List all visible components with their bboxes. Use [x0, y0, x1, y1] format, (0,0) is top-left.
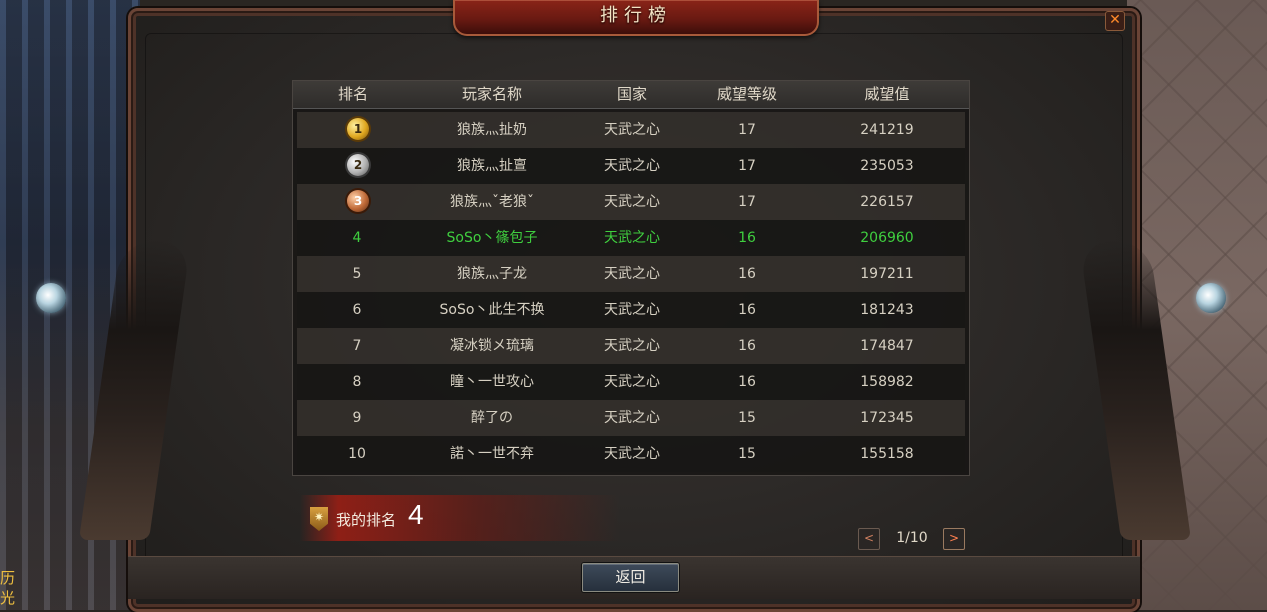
window-title: 排行榜	[600, 5, 672, 26]
rank-cell: 4	[352, 230, 362, 246]
orb-left-icon	[36, 283, 66, 313]
table-row[interactable]: 4 SoSo丶篠包子 天武之心 16 206960	[297, 220, 965, 256]
prestige-value-cell: 206960	[860, 230, 914, 246]
prestige-level-cell: 16	[738, 230, 756, 246]
table-row[interactable]: 1 狼族灬扯奶 天武之心 17 241219	[297, 112, 965, 148]
header-prestige-level: 威望等级	[716, 85, 777, 103]
table-row[interactable]: 10 諾丶一世不弃 天武之心 15 155158	[297, 436, 965, 472]
close-icon: ✕	[1109, 12, 1121, 28]
player-name-cell: 狼族灬扯奶	[457, 122, 527, 138]
country-cell: 天武之心	[604, 266, 660, 282]
player-name-cell: SoSo丶此生不换	[439, 302, 545, 318]
country-cell: 天武之心	[604, 122, 660, 138]
prestige-value-cell: 174847	[860, 338, 914, 354]
table-row[interactable]: 5 狼族灬子龙 天武之心 16 197211	[297, 256, 965, 292]
prestige-value-cell: 172345	[860, 410, 914, 426]
prestige-level-cell: 15	[738, 410, 756, 426]
back-button[interactable]: 返回	[582, 563, 679, 592]
country-cell: 天武之心	[604, 338, 660, 354]
prestige-level-cell: 16	[738, 338, 756, 354]
chevron-left-icon: <	[863, 531, 875, 545]
country-cell: 天武之心	[604, 374, 660, 390]
chevron-right-icon: >	[948, 531, 960, 545]
table-header: 排名 玩家名称 国家 威望等级 威望值	[293, 81, 969, 109]
country-cell: 天武之心	[604, 194, 660, 210]
table-row[interactable]: 2 狼族灬扯亶 天武之心 17 235053	[297, 148, 965, 184]
prestige-value-cell: 197211	[860, 266, 914, 282]
table-row[interactable]: 8 瞳丶一世攻心 天武之心 16 158982	[297, 364, 965, 400]
rank-cell: 8	[352, 374, 362, 390]
rank-cell: 5	[352, 266, 362, 282]
side-text: 历 光	[0, 569, 16, 607]
rank-cell: 10	[348, 446, 366, 462]
prestige-level-cell: 17	[738, 158, 756, 174]
close-button[interactable]: ✕	[1105, 11, 1125, 31]
table-row[interactable]: 7 凝冰锁メ琉璃 天武之心 16 174847	[297, 328, 965, 364]
prestige-value-cell: 181243	[860, 302, 914, 318]
my-rank-value: 4	[408, 499, 424, 530]
gold-medal-icon: 1	[347, 118, 369, 140]
title-banner: 排行榜	[453, 0, 819, 36]
player-name-cell: SoSo丶篠包子	[446, 230, 538, 246]
player-name-cell: 凝冰锁メ琉璃	[450, 338, 534, 354]
prestige-value-cell: 155158	[860, 446, 914, 462]
rank-cell: 6	[352, 302, 362, 318]
ranking-table: 排名 玩家名称 国家 威望等级 威望值 1 狼族灬扯奶 天武之心 17 241219 2 狼…	[292, 80, 970, 476]
bronze-medal-icon: 3	[347, 190, 369, 212]
header-prestige-value: 威望值	[864, 85, 910, 103]
prestige-level-cell: 16	[738, 302, 756, 318]
prev-page-button[interactable]: <	[858, 528, 880, 550]
table-row[interactable]: 3 狼族灬ˇ老狼ˇ 天武之心 17 226157	[297, 184, 965, 220]
player-name-cell: 狼族灬ˇ老狼ˇ	[450, 194, 534, 210]
next-page-button[interactable]: >	[943, 528, 965, 550]
header-player-name: 玩家名称	[461, 85, 522, 103]
player-name-cell: 狼族灬子龙	[457, 266, 527, 282]
prestige-value-cell: 158982	[860, 374, 914, 390]
country-cell: 天武之心	[604, 158, 660, 174]
prestige-level-cell: 15	[738, 446, 756, 462]
prestige-level-cell: 17	[738, 122, 756, 138]
player-name-cell: 瞳丶一世攻心	[450, 374, 534, 390]
country-cell: 天武之心	[604, 302, 660, 318]
header-rank: 排名	[337, 85, 368, 103]
prestige-level-cell: 16	[738, 266, 756, 282]
country-cell: 天武之心	[604, 410, 660, 426]
rank-badge-icon: ✷	[310, 507, 328, 531]
header-country: 国家	[616, 85, 647, 103]
prestige-value-cell: 226157	[860, 194, 914, 210]
player-name-cell: 諾丶一世不弃	[450, 446, 534, 462]
prestige-value-cell: 235053	[860, 158, 914, 174]
page-indicator: 1/10	[896, 530, 928, 546]
my-rank-panel: ✷ 我的排名 4	[300, 495, 620, 541]
table-row[interactable]: 6 SoSo丶此生不换 天武之心 16 181243	[297, 292, 965, 328]
rank-cell: 7	[352, 338, 362, 354]
prestige-level-cell: 16	[738, 374, 756, 390]
prestige-value-cell: 241219	[860, 122, 914, 138]
player-name-cell: 醉了の	[471, 410, 513, 426]
table-row[interactable]: 9 醉了の 天武之心 15 172345	[297, 400, 965, 436]
player-name-cell: 狼族灬扯亶	[457, 158, 527, 174]
rank-cell: 9	[352, 410, 362, 426]
orb-right-icon	[1196, 283, 1226, 313]
my-rank-label: 我的排名	[336, 511, 397, 529]
country-cell: 天武之心	[604, 230, 660, 246]
prestige-level-cell: 17	[738, 194, 756, 210]
country-cell: 天武之心	[604, 446, 660, 462]
silver-medal-icon: 2	[347, 154, 369, 176]
